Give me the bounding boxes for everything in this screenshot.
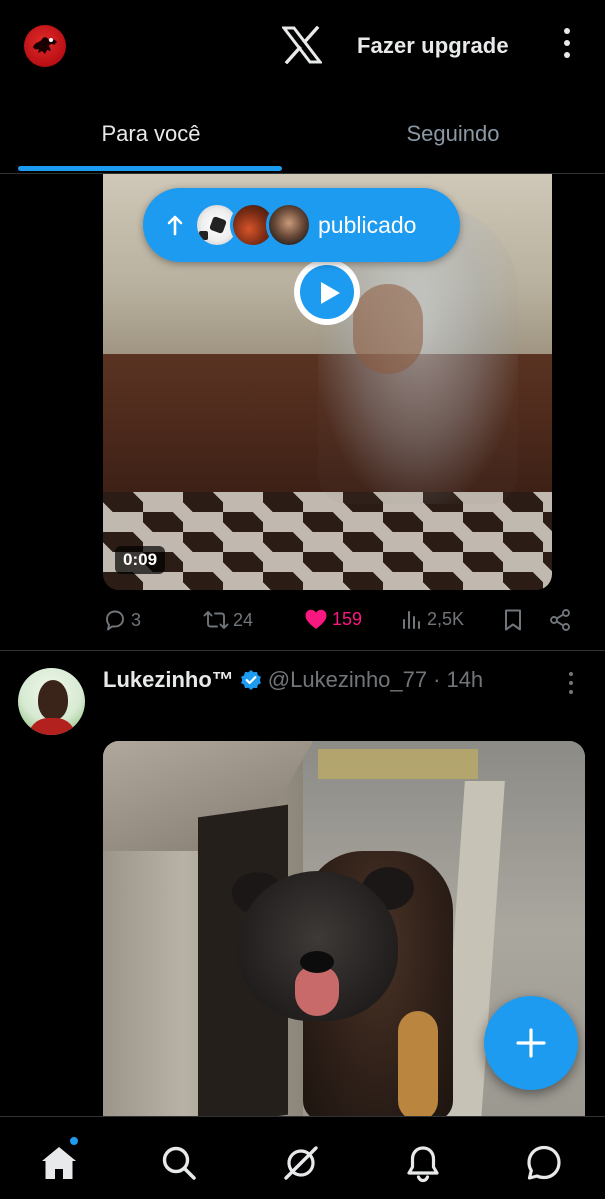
post-more-icon[interactable] bbox=[568, 672, 574, 696]
share-button[interactable] bbox=[548, 608, 576, 632]
grok-icon[interactable] bbox=[281, 1143, 321, 1183]
verified-badge-icon bbox=[240, 670, 261, 690]
profile-avatar[interactable] bbox=[24, 25, 66, 67]
views-button[interactable]: 2,5K bbox=[401, 608, 464, 630]
plus-icon bbox=[516, 1028, 546, 1058]
video-duration: 0:09 bbox=[115, 546, 166, 574]
author-handle[interactable]: @Lukezinho_77 bbox=[268, 667, 427, 693]
messages-icon[interactable] bbox=[524, 1143, 564, 1183]
arrow-up-icon bbox=[167, 215, 183, 236]
heart-icon bbox=[305, 609, 327, 629]
pill-label: publicado bbox=[318, 212, 417, 238]
reply-button[interactable]: 3 bbox=[103, 608, 141, 632]
upgrade-button[interactable]: Fazer upgrade bbox=[357, 33, 509, 59]
new-posts-pill[interactable]: publicado bbox=[143, 188, 460, 262]
view-count: 2,5K bbox=[427, 608, 465, 629]
bottom-nav bbox=[0, 1116, 605, 1199]
play-button[interactable] bbox=[294, 259, 360, 325]
search-icon[interactable] bbox=[159, 1143, 199, 1183]
like-count: 159 bbox=[332, 608, 363, 629]
post-author-line: Lukezinho™ @Lukezinho_77 · 14h bbox=[103, 665, 483, 695]
repost-button[interactable]: 24 bbox=[203, 608, 253, 632]
tab-following[interactable]: Seguindo bbox=[302, 92, 604, 174]
x-logo-icon bbox=[282, 26, 322, 64]
views-icon bbox=[403, 611, 420, 629]
reply-count: 3 bbox=[131, 609, 142, 630]
author-avatar[interactable] bbox=[18, 668, 85, 735]
repost-icon bbox=[203, 611, 229, 629]
post-time[interactable]: 14h bbox=[446, 667, 483, 693]
reply-icon bbox=[106, 610, 124, 631]
post-actions: 3 24 159 2,5K bbox=[0, 600, 605, 644]
bookmark-button[interactable] bbox=[502, 608, 528, 632]
author-name[interactable]: Lukezinho™ bbox=[103, 667, 234, 693]
home-notification-dot bbox=[68, 1135, 80, 1147]
share-icon bbox=[550, 609, 570, 631]
more-vertical-icon[interactable] bbox=[560, 28, 574, 64]
top-bar: Fazer upgrade bbox=[0, 0, 605, 92]
active-tab-indicator bbox=[18, 166, 282, 171]
timeline-tabs: Para você Seguindo bbox=[0, 92, 605, 174]
compose-button[interactable] bbox=[484, 996, 578, 1090]
bell-icon[interactable] bbox=[403, 1143, 443, 1183]
post-divider bbox=[0, 650, 605, 651]
handle-separator: · bbox=[433, 667, 441, 692]
bookmark-icon bbox=[505, 609, 521, 631]
pill-avatar bbox=[266, 202, 312, 248]
repost-count: 24 bbox=[233, 609, 254, 630]
play-icon bbox=[321, 282, 340, 304]
like-button[interactable]: 159 bbox=[304, 608, 362, 630]
home-icon[interactable] bbox=[39, 1143, 79, 1183]
tab-for-you[interactable]: Para você bbox=[0, 92, 302, 174]
